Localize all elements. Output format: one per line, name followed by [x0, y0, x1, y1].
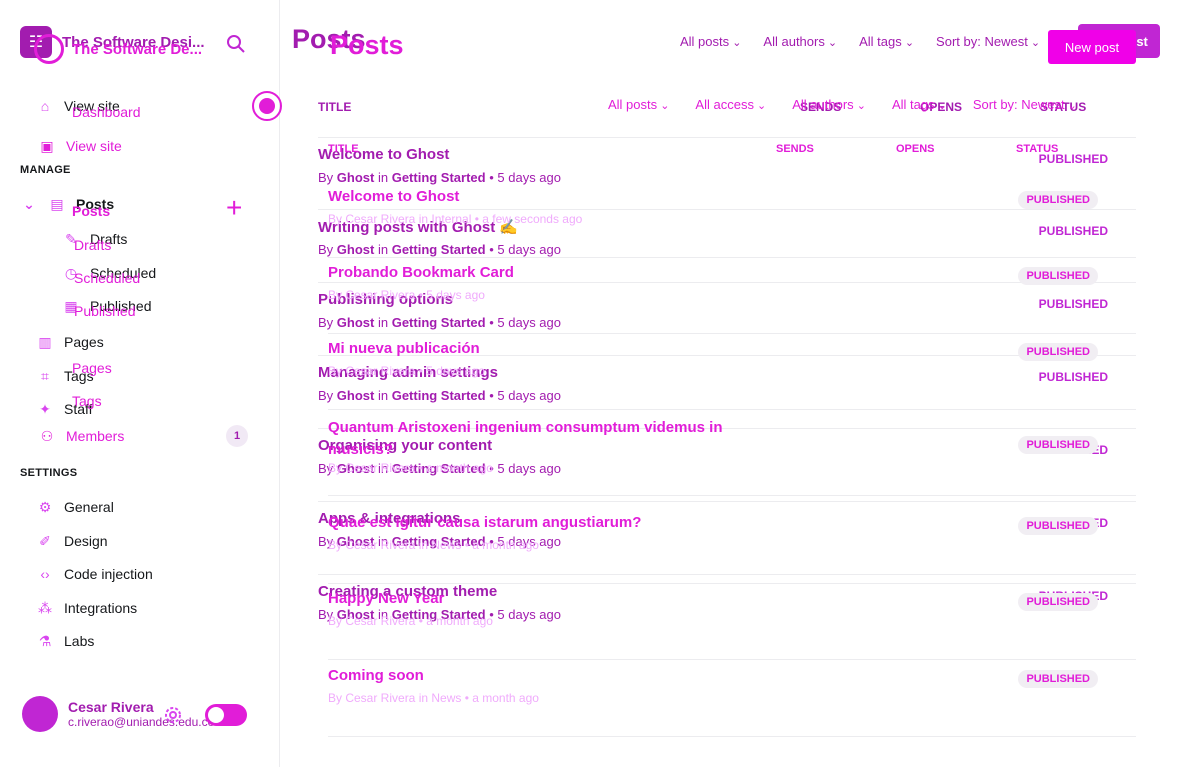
post-meta: By Cesar Rivera • 5 days ago	[328, 288, 485, 302]
admin-layer-b: The Software De... Dashboard ▣ View site…	[0, 0, 1184, 767]
nav-drafts-overlay-label: Drafts	[74, 237, 112, 253]
status-badge: PUBLISHED	[1018, 670, 1098, 688]
post-title: Happy New Year	[328, 590, 445, 607]
post-meta: By Cesar Rivera • a month ago	[328, 614, 493, 628]
filter-sort-overlay[interactable]: Sort by: Newest	[973, 97, 1077, 112]
site-logo-ring-icon	[34, 34, 64, 64]
post-meta: By Cesar Rivera • a month ago	[328, 461, 493, 475]
record-icon[interactable]	[252, 91, 282, 121]
column-opens-overlay: OPENS	[896, 143, 935, 155]
filter-all-posts-overlay[interactable]: All posts	[608, 97, 669, 112]
status-badge: PUBLISHED	[1018, 267, 1098, 285]
nav-pages-overlay[interactable]: Pages	[72, 360, 112, 376]
site-title-overlay: The Software De...	[72, 40, 203, 58]
filter-all-access[interactable]: All access	[695, 97, 766, 112]
nav-view-site-overlay[interactable]: ▣ View site	[38, 137, 122, 155]
post-meta: By Cesar Rivera in News • a month ago	[328, 538, 539, 552]
filter-all-tags-overlay[interactable]: All tags	[892, 97, 947, 112]
nav-view-site-overlay-label: View site	[66, 138, 122, 154]
page-title-overlay: Posts	[330, 30, 404, 60]
post-title: Mi nueva publicación	[328, 340, 480, 357]
nav-tags-overlay-label: Tags	[72, 393, 102, 409]
members-icon: ⚇	[40, 427, 54, 444]
nav-dashboard-label: Dashboard	[72, 104, 141, 120]
status-badge: PUBLISHED	[1018, 436, 1098, 454]
nav-tags-overlay[interactable]: Tags	[72, 393, 102, 409]
table-row[interactable]: Mi nueva publicación By Cesar Rivera • 5…	[328, 334, 1136, 410]
post-title: Probando Bookmark Card	[328, 264, 514, 281]
nav-published-overlay[interactable]: Published	[74, 303, 136, 319]
status-badge: PUBLISHED	[1018, 343, 1098, 361]
post-title: Quae est igitur causa istarum angustiaru…	[328, 514, 642, 531]
nav-scheduled-overlay-label: Scheduled	[74, 270, 141, 286]
nav-scheduled-overlay[interactable]: Scheduled	[74, 270, 140, 286]
layout-icon: ▣	[40, 137, 54, 154]
site-brand-overlay[interactable]: The Software De...	[34, 34, 212, 64]
table-row[interactable]: Quae est igitur causa istarum angustiaru…	[328, 508, 1136, 584]
status-badge: PUBLISHED	[1018, 517, 1098, 535]
post-meta: By Cesar Rivera in Internal • a few seco…	[328, 212, 583, 226]
nav-pages-overlay-label: Pages	[72, 360, 112, 376]
members-count-badge: 1	[226, 425, 248, 447]
filter-all-authors-overlay[interactable]: All authors	[792, 97, 866, 112]
table-row[interactable]: Coming soon By Cesar Rivera in News • a …	[328, 661, 1136, 737]
table-row[interactable]: Probando Bookmark Card By Cesar Rivera •…	[328, 258, 1136, 334]
nav-posts-overlay[interactable]: Posts	[72, 203, 110, 219]
post-filters-overlay: All posts All access All authors All tag…	[608, 97, 1077, 112]
table-row[interactable]: Welcome to Ghost By Cesar Rivera in Inte…	[328, 182, 1136, 258]
table-row[interactable]: Happy New Year By Cesar Rivera • a month…	[328, 584, 1136, 660]
column-sends-overlay: SENDS	[776, 143, 814, 155]
nav-members[interactable]: ⚇ Members	[38, 427, 125, 445]
nav-published-overlay-label: Published	[74, 303, 136, 319]
post-title: Coming soon	[328, 667, 424, 684]
nav-drafts-overlay[interactable]: Drafts	[74, 237, 111, 253]
nav-posts-overlay-label: Posts	[72, 203, 111, 219]
post-meta: By Cesar Rivera in News • a month ago	[328, 691, 539, 705]
column-title-overlay: TITLE	[328, 143, 359, 155]
column-status-overlay: STATUS	[1016, 143, 1059, 155]
new-post-plus-icon[interactable]: +	[226, 194, 242, 222]
table-row[interactable]: Quantum Aristoxeni ingenium consumptum v…	[328, 411, 1136, 496]
new-post-button-overlay[interactable]: New post	[1048, 30, 1136, 64]
post-meta: By Cesar Rivera • 5 days ago	[328, 364, 485, 378]
post-title: Welcome to Ghost	[328, 188, 460, 205]
post-title: Quantum Aristoxeni ingenium consumptum v…	[328, 419, 723, 458]
status-badge: PUBLISHED	[1018, 593, 1098, 611]
status-badge: PUBLISHED	[1018, 191, 1098, 209]
nav-dashboard[interactable]: Dashboard	[72, 104, 141, 120]
nav-members-label: Members	[66, 428, 125, 444]
